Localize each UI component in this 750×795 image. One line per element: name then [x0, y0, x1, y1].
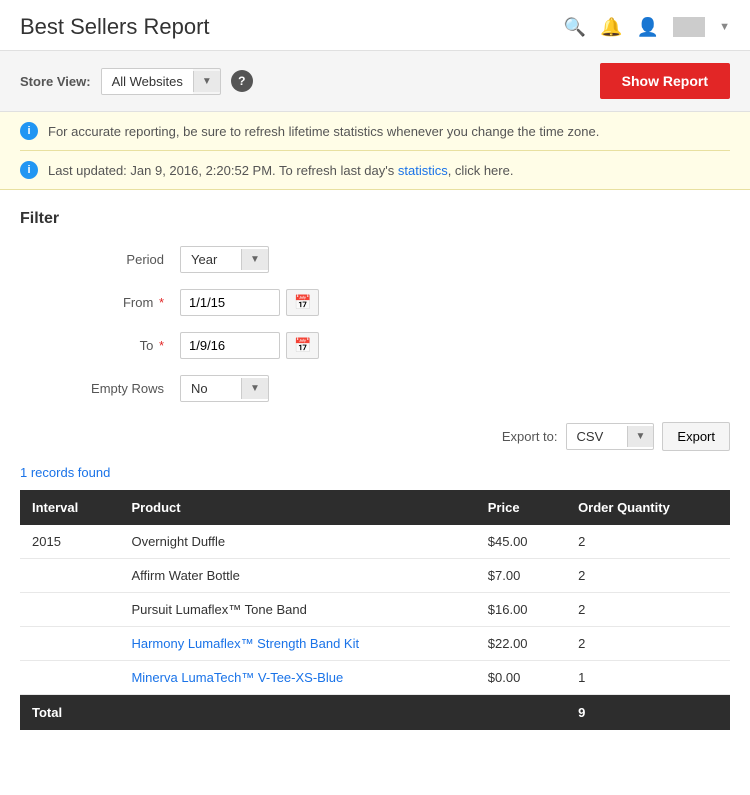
export-button[interactable]: Export — [662, 422, 730, 451]
user-icon[interactable]: 👤 — [637, 17, 659, 38]
export-format-dropdown-arrow[interactable]: ▼ — [627, 426, 654, 447]
info-icon-1: i — [20, 122, 38, 140]
help-icon[interactable]: ? — [231, 70, 253, 92]
cell-qty: 2 — [566, 525, 730, 559]
show-report-button[interactable]: Show Report — [600, 63, 730, 99]
cell-product: Affirm Water Bottle — [119, 559, 475, 593]
filter-section-title: Filter — [20, 210, 730, 228]
col-interval: Interval — [20, 490, 119, 525]
user-avatar — [673, 17, 705, 37]
filter-row-to: To * 📅 — [20, 332, 730, 359]
footer-total-qty: 9 — [566, 695, 730, 731]
records-found: 1 records found — [20, 465, 730, 480]
product-link[interactable]: Minerva LumaTech™ V-Tee-XS-Blue — [131, 670, 343, 685]
empty-rows-select[interactable]: No ▼ — [180, 375, 269, 402]
cell-product[interactable]: Harmony Lumaflex™ Strength Band Kit — [119, 627, 475, 661]
statistics-link[interactable]: statistics — [398, 163, 448, 178]
cell-interval — [20, 661, 119, 695]
table-header-row: Interval Product Price Order Quantity — [20, 490, 730, 525]
info-row-2: i Last updated: Jan 9, 2016, 2:20:52 PM.… — [20, 151, 730, 189]
cell-product: Overnight Duffle — [119, 525, 475, 559]
table-row: 2015Overnight Duffle$45.002 — [20, 525, 730, 559]
period-dropdown-arrow[interactable]: ▼ — [241, 249, 268, 270]
cell-qty: 1 — [566, 661, 730, 695]
empty-rows-label: Empty Rows — [20, 381, 180, 396]
col-price: Price — [476, 490, 566, 525]
period-value: Year — [181, 247, 241, 272]
to-input[interactable] — [180, 332, 280, 359]
filter-row-from: From * 📅 — [20, 289, 730, 316]
to-control: 📅 — [180, 332, 319, 359]
cell-qty: 2 — [566, 593, 730, 627]
top-header: Best Sellers Report 🔍 🔔 👤 ▼ — [0, 0, 750, 51]
cell-interval — [20, 593, 119, 627]
product-link[interactable]: Harmony Lumaflex™ Strength Band Kit — [131, 636, 359, 651]
bell-icon[interactable]: 🔔 — [600, 17, 622, 38]
to-calendar-button[interactable]: 📅 — [286, 332, 319, 359]
header-icons: 🔍 🔔 👤 ▼ — [564, 17, 730, 38]
from-required: * — [155, 295, 164, 310]
cell-price: $45.00 — [476, 525, 566, 559]
cell-interval — [20, 559, 119, 593]
footer-empty-price — [476, 695, 566, 731]
store-view-left: Store View: All Websites ▼ ? — [20, 68, 253, 95]
cell-price: $7.00 — [476, 559, 566, 593]
info-text-2-before: Last updated: Jan 9, 2016, 2:20:52 PM. T… — [48, 163, 398, 178]
info-text-1: For accurate reporting, be sure to refre… — [48, 124, 599, 139]
cell-qty: 2 — [566, 559, 730, 593]
cell-interval: 2015 — [20, 525, 119, 559]
footer-empty-product — [119, 695, 475, 731]
empty-rows-value: No — [181, 376, 241, 401]
from-control: 📅 — [180, 289, 319, 316]
user-dropdown-icon[interactable]: ▼ — [719, 21, 730, 33]
table-row: Minerva LumaTech™ V-Tee-XS-Blue $0.001 — [20, 661, 730, 695]
info-row-1: i For accurate reporting, be sure to ref… — [20, 112, 730, 151]
store-view-label: Store View: — [20, 74, 91, 89]
info-text-2: Last updated: Jan 9, 2016, 2:20:52 PM. T… — [48, 163, 513, 178]
filter-row-empty-rows: Empty Rows No ▼ — [20, 375, 730, 402]
export-label: Export to: — [502, 429, 558, 444]
store-view-select[interactable]: All Websites ▼ — [101, 68, 221, 95]
period-select[interactable]: Year ▼ — [180, 246, 269, 273]
cell-qty: 2 — [566, 627, 730, 661]
table-row: Pursuit Lumaflex™ Tone Band$16.002 — [20, 593, 730, 627]
to-required: * — [155, 338, 164, 353]
cell-price: $16.00 — [476, 593, 566, 627]
main-content: Filter Period Year ▼ From * 📅 — [0, 190, 750, 750]
filter-form: Period Year ▼ From * 📅 To * — [20, 246, 730, 402]
from-input[interactable] — [180, 289, 280, 316]
store-view-bar: Store View: All Websites ▼ ? Show Report — [0, 51, 750, 112]
store-view-value: All Websites — [102, 69, 193, 94]
from-calendar-button[interactable]: 📅 — [286, 289, 319, 316]
empty-rows-dropdown-arrow[interactable]: ▼ — [241, 378, 268, 399]
info-icon-2: i — [20, 161, 38, 179]
info-banners: i For accurate reporting, be sure to ref… — [0, 112, 750, 190]
export-format-select[interactable]: CSV ▼ — [566, 423, 655, 450]
export-format-value: CSV — [567, 424, 627, 449]
cell-price: $0.00 — [476, 661, 566, 695]
cell-interval — [20, 627, 119, 661]
footer-label: Total — [20, 695, 119, 731]
col-product: Product — [119, 490, 475, 525]
cell-product[interactable]: Minerva LumaTech™ V-Tee-XS-Blue — [119, 661, 475, 695]
store-view-dropdown-arrow[interactable]: ▼ — [193, 71, 220, 92]
page-title: Best Sellers Report — [20, 14, 210, 40]
export-row: Export to: CSV ▼ Export — [20, 422, 730, 451]
empty-rows-control: No ▼ — [180, 375, 269, 402]
data-table: Interval Product Price Order Quantity 20… — [20, 490, 730, 730]
cell-price: $22.00 — [476, 627, 566, 661]
info-text-2-after: , click here. — [448, 163, 514, 178]
to-label: To * — [20, 338, 180, 353]
table-row: Affirm Water Bottle$7.002 — [20, 559, 730, 593]
search-icon[interactable]: 🔍 — [564, 17, 586, 38]
period-control: Year ▼ — [180, 246, 269, 273]
filter-row-period: Period Year ▼ — [20, 246, 730, 273]
from-label: From * — [20, 295, 180, 310]
col-order-qty: Order Quantity — [566, 490, 730, 525]
period-label: Period — [20, 252, 180, 267]
cell-product: Pursuit Lumaflex™ Tone Band — [119, 593, 475, 627]
table-footer-row: Total 9 — [20, 695, 730, 731]
table-row: Harmony Lumaflex™ Strength Band Kit $22.0… — [20, 627, 730, 661]
